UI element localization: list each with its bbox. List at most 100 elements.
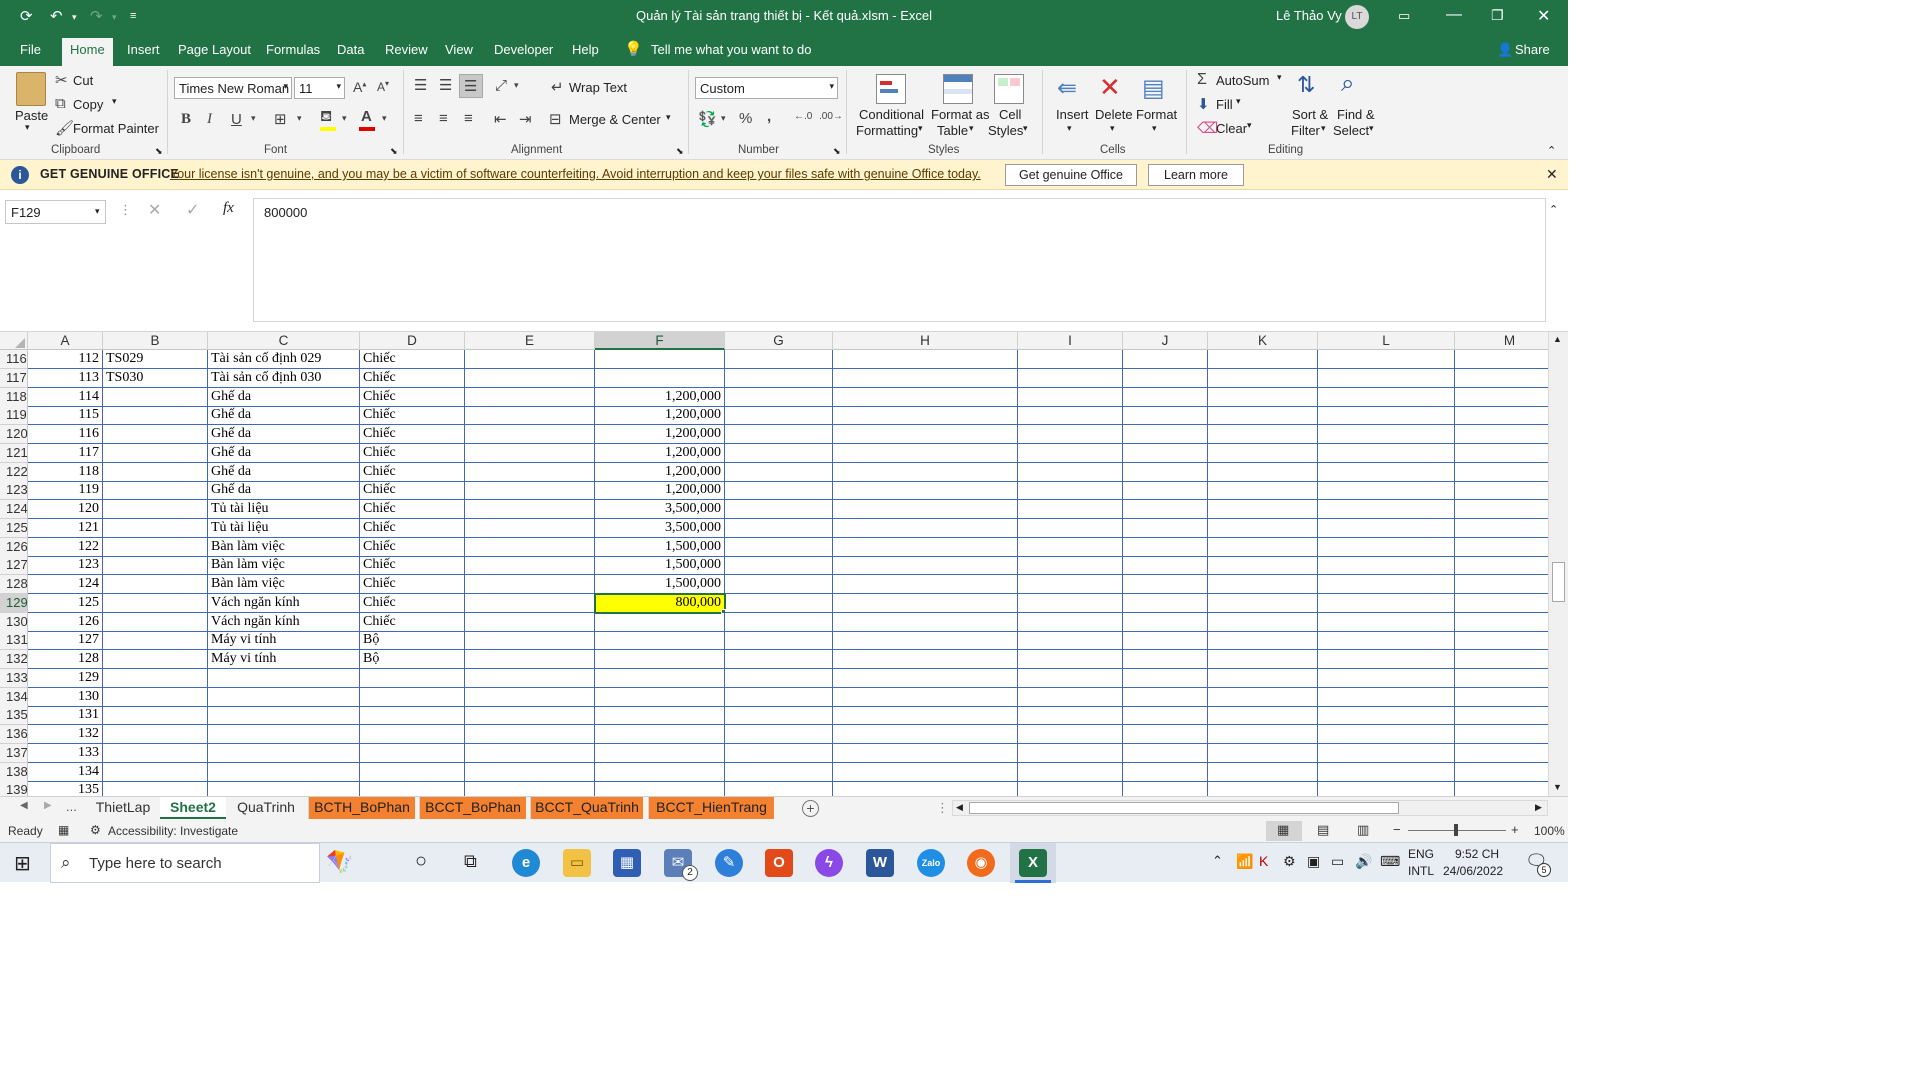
new-sheet-icon[interactable]: + — [802, 800, 819, 817]
cell-g[interactable] — [725, 406, 833, 426]
cell-f[interactable]: 1,200,000 — [595, 387, 725, 407]
cell-e[interactable] — [465, 781, 595, 796]
column-header-a[interactable]: A — [28, 332, 103, 350]
input-method-icon[interactable]: ⌨ — [1380, 853, 1400, 870]
cell-k[interactable] — [1208, 706, 1318, 726]
cell-m[interactable] — [1455, 369, 1548, 388]
cell-f[interactable]: 1,500,000 — [595, 575, 725, 594]
cell-f[interactable] — [595, 743, 725, 763]
conditional-formatting-button[interactable]: Conditional — [859, 107, 924, 122]
row-header[interactable]: 117 — [0, 368, 28, 388]
cell-e[interactable] — [465, 650, 595, 669]
sheet-tab-bcct-bophan[interactable]: BCCT_BoPhan — [419, 797, 526, 819]
page-layout-view-icon[interactable]: ▤ — [1317, 822, 1329, 838]
cell-e[interactable] — [465, 387, 595, 407]
cell-m[interactable] — [1455, 388, 1548, 407]
align-center-icon[interactable]: ≡ — [439, 110, 448, 127]
cell-c[interactable]: Tủ tài liệu — [208, 500, 360, 519]
align-middle-icon[interactable]: ☰ — [439, 76, 452, 94]
cut-button[interactable]: Cut — [73, 73, 93, 88]
cell-a[interactable]: 131 — [28, 706, 103, 726]
format-painter-button[interactable]: Format Painter — [73, 121, 159, 136]
merge-center-icon[interactable]: ⊟ — [549, 110, 562, 128]
cell-l[interactable] — [1318, 575, 1455, 594]
cell-k[interactable] — [1208, 443, 1318, 463]
sheets-ellipsis[interactable]: ... — [66, 799, 77, 814]
cell-j[interactable] — [1123, 631, 1208, 651]
cell-g[interactable] — [725, 500, 833, 519]
delete-cells-button[interactable]: Delete — [1095, 107, 1133, 122]
cell-g[interactable] — [725, 612, 833, 632]
cell-f[interactable]: 1,200,000 — [595, 481, 725, 501]
cell-c[interactable]: Vách ngăn kính — [208, 612, 360, 632]
font-color-icon[interactable]: A — [361, 108, 372, 125]
row-header[interactable]: 124 — [0, 500, 28, 519]
scroll-left-icon[interactable]: ◀ — [956, 802, 963, 813]
cell-b[interactable] — [103, 743, 208, 763]
cell-h[interactable] — [833, 350, 1018, 369]
cell-h[interactable] — [833, 743, 1018, 763]
paste-dropdown-icon[interactable]: ▾ — [25, 122, 30, 133]
cell-f[interactable] — [595, 350, 725, 369]
page-break-view-icon[interactable]: ▥ — [1357, 822, 1369, 838]
insert-dropdown-icon[interactable]: ▾ — [1067, 123, 1072, 134]
cell-l[interactable] — [1318, 762, 1455, 782]
cell-i[interactable] — [1018, 368, 1123, 388]
autosum-button[interactable]: AutoSum — [1216, 73, 1269, 88]
cell-a[interactable]: 128 — [28, 650, 103, 669]
number-format-select[interactable]: Custom ▾ — [695, 77, 838, 99]
zoom-level[interactable]: 100% — [1534, 824, 1565, 838]
cell-k[interactable] — [1208, 350, 1318, 369]
align-right-icon[interactable]: ≡ — [464, 110, 473, 127]
row-header[interactable]: 131 — [0, 631, 28, 651]
cell-l[interactable] — [1318, 518, 1455, 538]
camera-icon[interactable]: ⚙ — [1283, 853, 1296, 870]
decrease-font-icon[interactable]: A▾ — [377, 79, 389, 94]
cell-h[interactable] — [833, 762, 1018, 782]
scroll-up-icon[interactable]: ▲ — [1553, 334, 1562, 344]
cell-i[interactable] — [1018, 481, 1123, 501]
scroll-thumb[interactable] — [1552, 562, 1565, 602]
language-indicator[interactable]: ENG — [1408, 847, 1434, 861]
cell-e[interactable] — [465, 425, 595, 444]
cell-a[interactable]: 124 — [28, 575, 103, 594]
cell-g[interactable] — [725, 518, 833, 538]
cell-a[interactable]: 120 — [28, 500, 103, 519]
cell-j[interactable] — [1123, 518, 1208, 538]
copy-icon[interactable]: ⧉ — [55, 95, 66, 112]
sort-filter-button[interactable]: Sort & — [1292, 107, 1328, 122]
increase-font-icon[interactable]: A▴ — [353, 79, 366, 95]
cell-j[interactable] — [1123, 650, 1208, 669]
column-header-b[interactable]: B — [103, 332, 208, 350]
fill-dropdown-icon[interactable]: ▾ — [1236, 96, 1241, 107]
cell-b[interactable]: TS030 — [103, 368, 208, 388]
cell-h[interactable] — [833, 612, 1018, 632]
cell-c[interactable] — [208, 706, 360, 726]
conditional-formatting-icon[interactable] — [876, 74, 906, 104]
cell-h[interactable] — [833, 650, 1018, 669]
cell-f[interactable] — [595, 631, 725, 651]
user-name[interactable]: Lê Thảo Vy — [1276, 8, 1342, 23]
cell-k[interactable] — [1208, 743, 1318, 763]
underline-dropdown-icon[interactable]: ▾ — [251, 113, 256, 124]
row-header[interactable]: 132 — [0, 650, 28, 669]
cell-g[interactable] — [725, 425, 833, 444]
align-top-icon[interactable]: ☰ — [414, 76, 427, 94]
cell-a[interactable]: 123 — [28, 556, 103, 576]
merge-dropdown-icon[interactable]: ▾ — [666, 112, 671, 123]
cell-a[interactable]: 135 — [28, 781, 103, 796]
row-header[interactable]: 133 — [0, 668, 28, 688]
cell-g[interactable] — [725, 593, 833, 613]
sheet-tab-bcct-quatrinh[interactable]: BCCT_QuaTrinh — [530, 797, 643, 819]
cell-h[interactable] — [833, 500, 1018, 519]
clear-button[interactable]: Clear — [1216, 121, 1247, 136]
cell-styles-button[interactable]: Cell — [999, 107, 1021, 122]
task-view-icon[interactable]: ⧉ — [464, 851, 477, 872]
cell-f[interactable] — [595, 668, 725, 688]
cell-d[interactable]: Chiếc — [360, 350, 465, 369]
share-button[interactable]: Share — [1515, 42, 1550, 57]
number-launcher-icon[interactable]: ⬊ — [833, 146, 841, 157]
cell-g[interactable] — [725, 781, 833, 796]
sheet-tab-bcth-bophan[interactable]: BCTH_BoPhan — [308, 797, 415, 819]
autosum-dropdown-icon[interactable]: ▾ — [1277, 72, 1282, 83]
